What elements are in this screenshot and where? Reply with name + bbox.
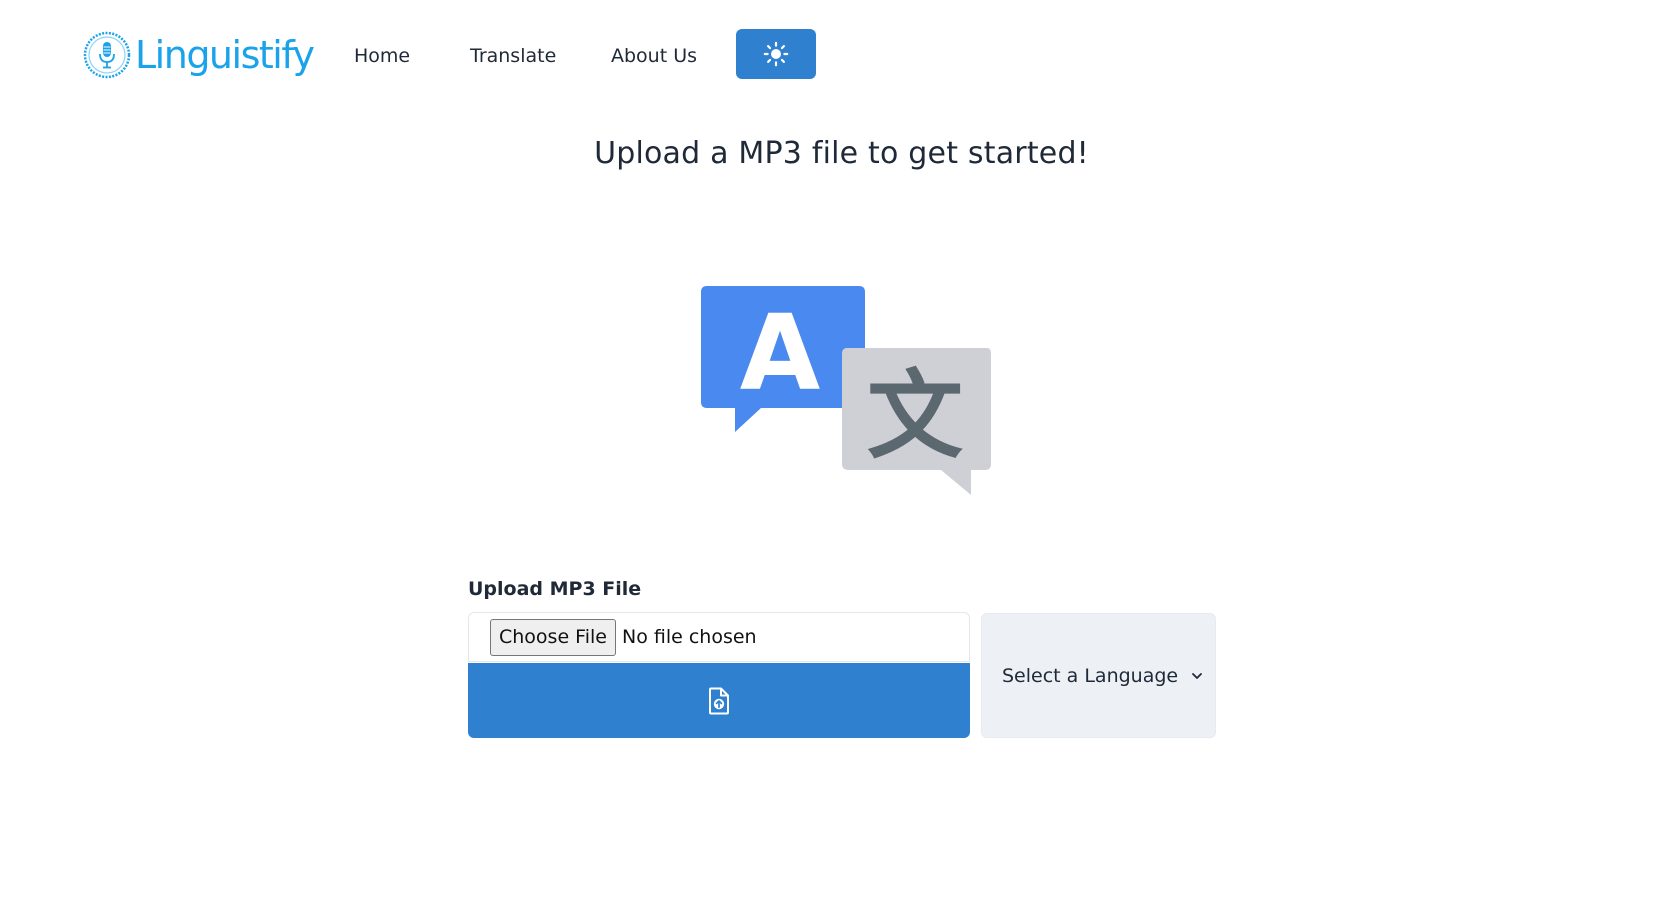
site-header: Linguistify Home Translate About Us xyxy=(0,0,1670,110)
file-upload-icon xyxy=(709,687,729,714)
sun-icon xyxy=(763,41,789,67)
file-status-text: No file chosen xyxy=(621,626,757,648)
nav-about-us[interactable]: About Us xyxy=(611,38,697,74)
choose-file-button[interactable]: Choose File xyxy=(490,618,616,656)
nav-translate[interactable]: Translate xyxy=(470,38,556,74)
chevron-down-icon xyxy=(1192,672,1203,679)
language-select-label: Select a Language xyxy=(1002,664,1179,687)
hero-latin-letter: A xyxy=(740,292,821,414)
translate-icon: A 文 xyxy=(701,286,991,495)
upload-submit-button[interactable] xyxy=(468,663,970,738)
upload-label: Upload MP3 File xyxy=(468,578,642,600)
brand-name: Linguistify xyxy=(135,33,315,77)
microphone-logo-icon xyxy=(83,31,131,79)
file-input[interactable]: Choose File No file chosen xyxy=(468,612,970,662)
language-select[interactable]: Select a Language xyxy=(981,613,1216,738)
page-title: Upload a MP3 file to get started! xyxy=(594,136,1089,171)
theme-toggle-button[interactable] xyxy=(736,29,816,79)
nav-home[interactable]: Home xyxy=(354,38,410,74)
brand-logo[interactable]: Linguistify xyxy=(80,27,315,83)
hero-cjk-letter: 文 xyxy=(867,360,963,472)
